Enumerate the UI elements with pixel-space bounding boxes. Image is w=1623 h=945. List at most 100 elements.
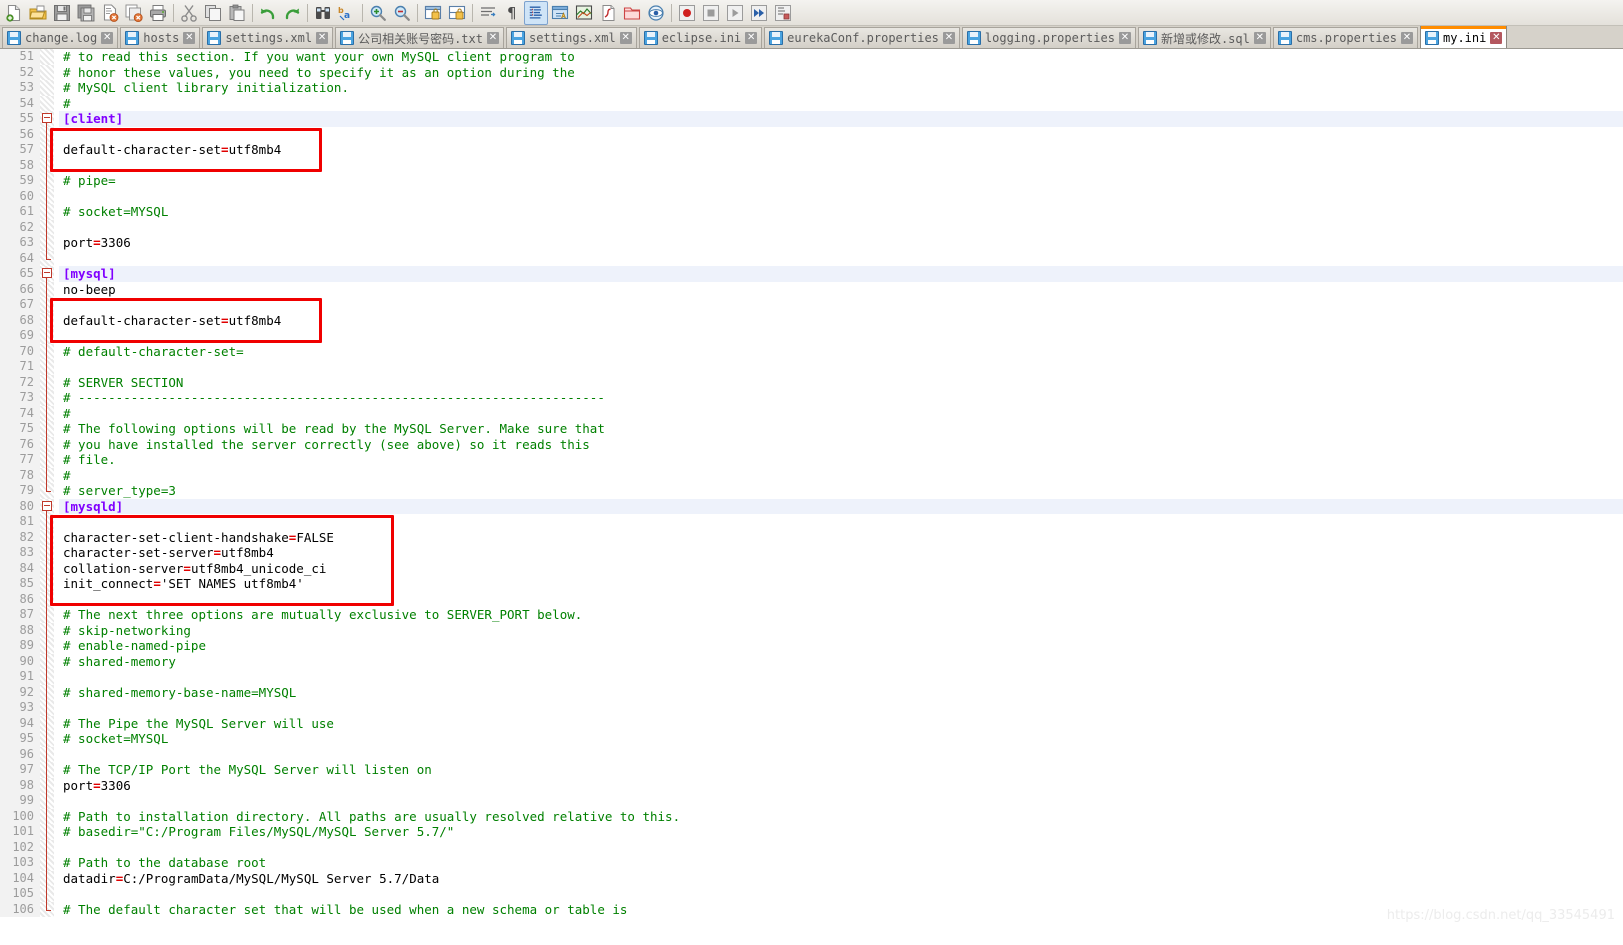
show-indent-guide-icon[interactable]	[524, 0, 548, 25]
code-line[interactable]: 86	[0, 591, 1623, 607]
document-tab[interactable]: settings.xml ✕	[202, 27, 334, 48]
code-line[interactable]: 77 # file.	[0, 452, 1623, 468]
document-tab[interactable]: hosts ✕	[120, 27, 201, 48]
word-wrap-icon[interactable]	[476, 1, 500, 25]
fold-margin[interactable]	[40, 793, 54, 809]
fold-margin[interactable]	[40, 746, 54, 762]
close-tab-icon[interactable]: ✕	[1118, 32, 1131, 44]
fold-margin[interactable]	[40, 266, 54, 282]
code-line[interactable]: 98 port=3306	[0, 777, 1623, 793]
code-line[interactable]: 102	[0, 839, 1623, 855]
fold-margin[interactable]	[40, 80, 54, 96]
zoom-out-icon[interactable]	[390, 1, 414, 25]
fold-margin[interactable]	[40, 808, 54, 824]
fold-margin[interactable]	[40, 64, 54, 80]
code-line[interactable]: 57 default-character-set=utf8mb4	[0, 142, 1623, 158]
close-tab-icon[interactable]: ✕	[942, 32, 955, 44]
fold-margin[interactable]	[40, 359, 54, 375]
code-line[interactable]: 99	[0, 793, 1623, 809]
fold-margin[interactable]	[40, 95, 54, 111]
close-tab-icon[interactable]: ✕	[183, 32, 196, 44]
fold-margin[interactable]	[40, 188, 54, 204]
document-tab[interactable]: 新增或修改.sql ✕	[1137, 27, 1271, 48]
fold-margin[interactable]	[40, 855, 54, 871]
code-line[interactable]: 53 # MySQL client library initialization.	[0, 80, 1623, 96]
fold-margin[interactable]	[40, 467, 54, 483]
code-line[interactable]: 68 default-character-set=utf8mb4	[0, 312, 1623, 328]
redo-icon[interactable]	[280, 1, 304, 25]
copy-icon[interactable]	[201, 1, 225, 25]
code-line[interactable]: 56	[0, 126, 1623, 142]
code-line[interactable]: 61 # socket=MYSQL	[0, 204, 1623, 220]
open-file-icon[interactable]	[26, 1, 50, 25]
fold-margin[interactable]	[40, 762, 54, 778]
sync-horizontal-scroll-icon[interactable]	[445, 1, 469, 25]
code-line[interactable]: 58	[0, 157, 1623, 173]
code-line[interactable]: 74 #	[0, 405, 1623, 421]
fold-margin[interactable]	[40, 250, 54, 266]
document-map-icon[interactable]	[572, 1, 596, 25]
fold-margin[interactable]	[40, 142, 54, 158]
fold-margin[interactable]	[40, 870, 54, 886]
code-line[interactable]: 60	[0, 188, 1623, 204]
close-tab-icon[interactable]: ✕	[619, 32, 632, 44]
print-icon[interactable]	[146, 1, 170, 25]
fold-margin[interactable]	[40, 173, 54, 189]
fold-margin[interactable]	[40, 576, 54, 592]
editor-area[interactable]: 51 # to read this section. If you want yo…	[0, 49, 1623, 945]
close-tab-icon[interactable]: ✕	[316, 32, 329, 44]
code-line[interactable]: 103 # Path to the database root	[0, 855, 1623, 871]
code-line[interactable]: 93	[0, 700, 1623, 716]
code-line[interactable]: 62	[0, 219, 1623, 235]
code-line[interactable]: 76 # you have installed the server correc…	[0, 436, 1623, 452]
fold-margin[interactable]	[40, 731, 54, 747]
close-tab-icon[interactable]: ✕	[1253, 32, 1266, 44]
save-macro-icon[interactable]	[771, 1, 795, 25]
fold-margin[interactable]	[40, 312, 54, 328]
code-line[interactable]: 81	[0, 514, 1623, 530]
document-tab[interactable]: cms.properties ✕	[1272, 27, 1418, 48]
play-macro-icon[interactable]	[723, 1, 747, 25]
code-line[interactable]: 78 #	[0, 467, 1623, 483]
fold-margin[interactable]	[40, 235, 54, 251]
code-line[interactable]: 90 # shared-memory	[0, 653, 1623, 669]
fold-margin[interactable]	[40, 281, 54, 297]
document-tab[interactable]: eurekaConf.properties ✕	[764, 27, 960, 48]
fold-margin[interactable]	[40, 157, 54, 173]
code-line[interactable]: 94 # The Pipe the MySQL Server will use	[0, 715, 1623, 731]
show-all-characters-icon[interactable]: ¶	[500, 1, 524, 25]
code-line[interactable]: 95 # socket=MYSQL	[0, 731, 1623, 747]
code-line[interactable]: 55 [client]	[0, 111, 1623, 127]
code-line[interactable]: 106 # The default character set that will…	[0, 901, 1623, 917]
monitoring-icon[interactable]	[644, 1, 668, 25]
code-line[interactable]: 88 # skip-networking	[0, 622, 1623, 638]
fold-margin[interactable]	[40, 452, 54, 468]
code-line[interactable]: 104 datadir=C:/ProgramData/MySQL/MySQL Se…	[0, 870, 1623, 886]
fold-margin[interactable]	[40, 126, 54, 142]
fold-margin[interactable]	[40, 545, 54, 561]
fold-margin[interactable]	[40, 374, 54, 390]
fold-margin[interactable]	[40, 483, 54, 499]
run-macro-multiple-icon[interactable]	[747, 1, 771, 25]
replace-icon[interactable]: ba	[335, 1, 359, 25]
fold-margin[interactable]	[40, 591, 54, 607]
document-tab[interactable]: change.log ✕	[2, 27, 119, 48]
fold-margin[interactable]	[40, 777, 54, 793]
close-tab-icon[interactable]: ✕	[1401, 32, 1413, 44]
close-file-icon[interactable]	[98, 1, 122, 25]
code-line[interactable]: 52 # honor these values, you need to spec…	[0, 64, 1623, 80]
stop-macro-icon[interactable]	[699, 1, 723, 25]
code-line[interactable]: 69	[0, 328, 1623, 344]
code-line[interactable]: 72 # SERVER SECTION	[0, 374, 1623, 390]
close-tab-icon[interactable]: ✕	[1490, 32, 1503, 44]
fold-collapse-icon[interactable]	[42, 113, 52, 123]
fold-collapse-icon[interactable]	[42, 268, 52, 278]
code-line[interactable]: 63 port=3306	[0, 235, 1623, 251]
fold-margin[interactable]	[40, 839, 54, 855]
save-icon[interactable]	[50, 1, 74, 25]
code-line[interactable]: 84 collation-server=utf8mb4_unicode_ci	[0, 560, 1623, 576]
folder-as-workspace-icon[interactable]	[620, 1, 644, 25]
fold-margin[interactable]	[40, 653, 54, 669]
document-tab[interactable]: logging.properties ✕	[961, 27, 1136, 48]
undo-icon[interactable]	[256, 1, 280, 25]
